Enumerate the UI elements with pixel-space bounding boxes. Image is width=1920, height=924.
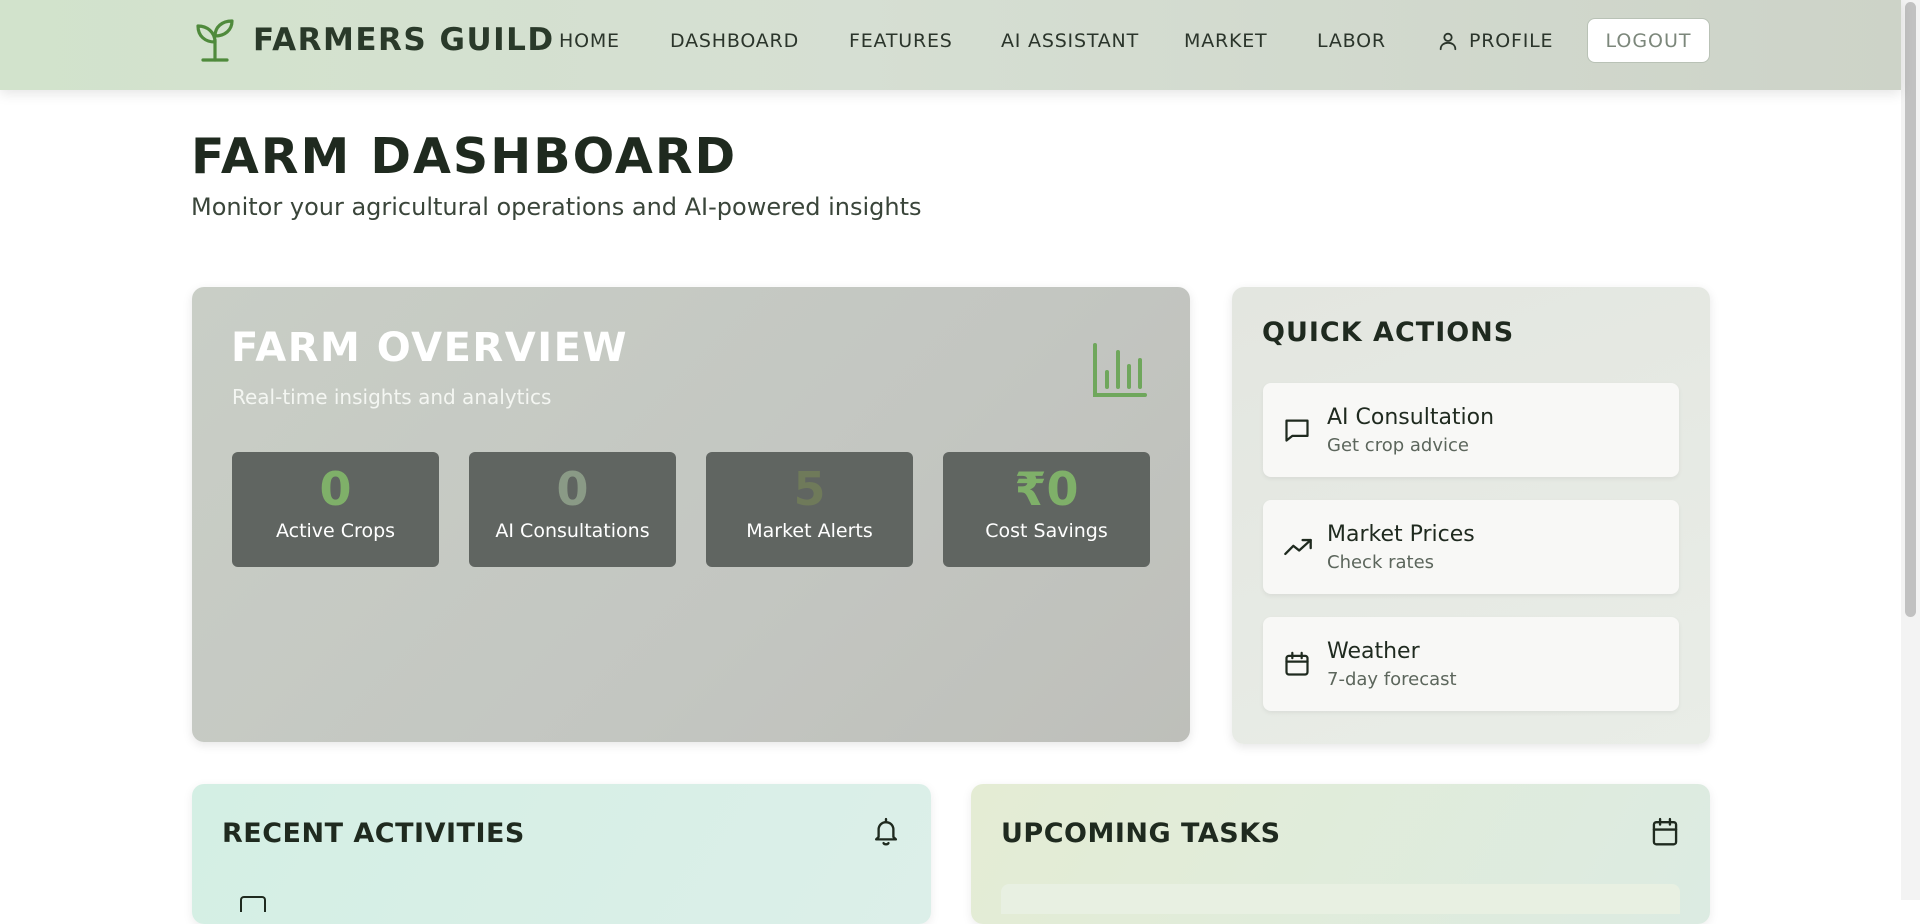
calendar-icon bbox=[1285, 651, 1309, 676]
quick-action-subtitle: 7-day forecast bbox=[1327, 669, 1457, 690]
quick-actions-title: QUICK ACTIONS bbox=[1262, 317, 1515, 348]
stat-label: Cost Savings bbox=[985, 520, 1108, 542]
quick-action-title: Market Prices bbox=[1327, 522, 1475, 547]
farm-overview-card: FARM OVERVIEW Real-time insights and ana… bbox=[192, 287, 1190, 742]
scrollbar[interactable] bbox=[1901, 0, 1920, 900]
stat-value: 0 bbox=[556, 462, 589, 516]
brand-name: FARMERS GUILD bbox=[253, 22, 555, 58]
quick-action-title: Weather bbox=[1327, 639, 1420, 664]
trending-up-icon bbox=[1284, 538, 1312, 556]
quick-actions-card: QUICK ACTIONS AI Consultation Get crop a… bbox=[1232, 287, 1710, 744]
upcoming-tasks-card: UPCOMING TASKS bbox=[971, 784, 1710, 924]
brand[interactable]: FARMERS GUILD bbox=[195, 18, 555, 62]
stat-ai-consultations[interactable]: 0 AI Consultations bbox=[469, 452, 676, 567]
nav-ai-assistant[interactable]: AI ASSISTANT bbox=[1001, 30, 1139, 52]
bar-chart-icon bbox=[1093, 343, 1147, 397]
recent-activities-title: RECENT ACTIVITIES bbox=[222, 818, 525, 849]
recent-activities-card: RECENT ACTIVITIES bbox=[192, 784, 931, 924]
page-subtitle: Monitor your agricultural operations and… bbox=[191, 193, 922, 221]
stat-value: 5 bbox=[793, 462, 826, 516]
stat-label: Market Alerts bbox=[746, 520, 873, 542]
stat-label: AI Consultations bbox=[495, 520, 650, 542]
chat-icon bbox=[1285, 419, 1309, 442]
stat-value: 0 bbox=[319, 462, 352, 516]
quick-action-weather[interactable]: Weather 7-day forecast bbox=[1263, 617, 1679, 711]
overview-title: FARM OVERVIEW bbox=[231, 325, 629, 371]
nav-features[interactable]: FEATURES bbox=[849, 30, 953, 52]
upcoming-tasks-title: UPCOMING TASKS bbox=[1001, 818, 1281, 849]
nav-profile[interactable]: PROFILE bbox=[1437, 30, 1553, 52]
calendar-icon[interactable] bbox=[1650, 816, 1680, 848]
nav-dashboard[interactable]: DASHBOARD bbox=[670, 30, 799, 52]
user-icon bbox=[1439, 32, 1457, 51]
stat-active-crops[interactable]: 0 Active Crops bbox=[232, 452, 439, 567]
top-nav: FARMERS GUILD HOME DASHBOARD FEATURES AI… bbox=[0, 0, 1901, 90]
scrollbar-thumb[interactable] bbox=[1905, 2, 1916, 617]
stat-value: ₹0 bbox=[1014, 462, 1079, 516]
nav-labor[interactable]: LABOR bbox=[1317, 30, 1386, 52]
stat-cost-savings[interactable]: ₹0 Cost Savings bbox=[943, 452, 1150, 567]
quick-action-title: AI Consultation bbox=[1327, 405, 1495, 430]
quick-action-subtitle: Get crop advice bbox=[1327, 435, 1469, 456]
quick-action-ai-consultation[interactable]: AI Consultation Get crop advice bbox=[1263, 383, 1679, 477]
stat-label: Active Crops bbox=[275, 520, 396, 542]
nav-market[interactable]: MARKET bbox=[1184, 30, 1267, 52]
activity-item-icon bbox=[240, 896, 266, 912]
task-item[interactable] bbox=[1001, 884, 1680, 914]
quick-action-subtitle: Check rates bbox=[1327, 552, 1435, 573]
bell-icon[interactable] bbox=[871, 816, 901, 848]
nav-home[interactable]: HOME bbox=[559, 30, 620, 52]
overview-subtitle: Real-time insights and analytics bbox=[232, 385, 552, 409]
nav-profile-label: PROFILE bbox=[1469, 30, 1554, 52]
stat-market-alerts[interactable]: 5 Market Alerts bbox=[706, 452, 913, 567]
sprout-icon bbox=[196, 19, 234, 62]
logout-button[interactable]: LOGOUT bbox=[1587, 18, 1710, 63]
quick-action-market-prices[interactable]: Market Prices Check rates bbox=[1263, 500, 1679, 594]
page-title: FARM DASHBOARD bbox=[191, 128, 738, 185]
